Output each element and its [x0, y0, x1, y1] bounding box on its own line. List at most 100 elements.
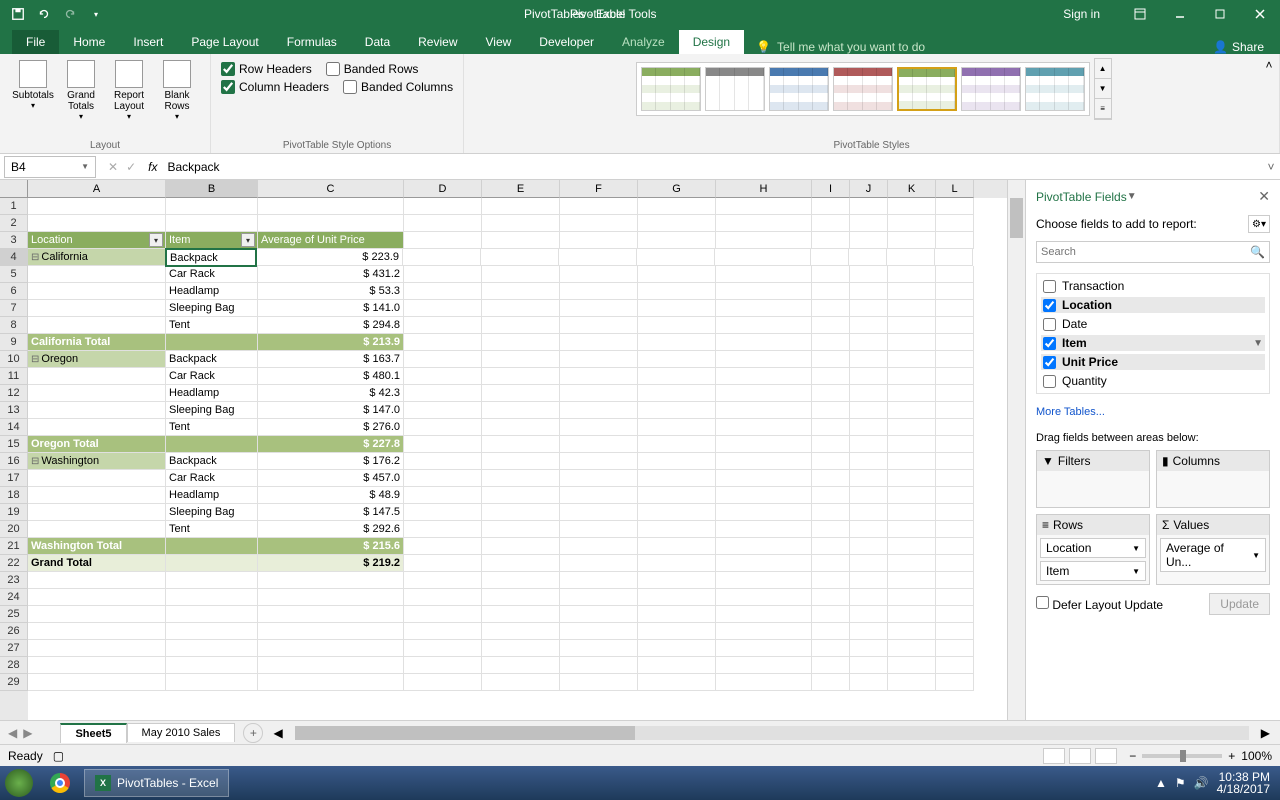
cell[interactable]	[638, 317, 716, 334]
cancel-formula-icon[interactable]: ✕	[108, 160, 118, 174]
cell[interactable]	[560, 657, 638, 674]
next-sheet-icon[interactable]: ▶	[23, 726, 32, 740]
cell[interactable]	[812, 368, 850, 385]
cell[interactable]	[560, 538, 638, 555]
cell[interactable]	[812, 198, 850, 215]
cell[interactable]	[850, 555, 888, 572]
gallery-up-icon[interactable]: ▲	[1095, 59, 1111, 79]
cell[interactable]	[812, 640, 850, 657]
row-header[interactable]: 4	[0, 249, 28, 266]
col-header-E[interactable]: E	[482, 180, 560, 198]
cell[interactable]	[166, 606, 258, 623]
cell[interactable]: Backpack	[166, 351, 258, 368]
cell[interactable]	[28, 504, 166, 521]
cell[interactable]	[482, 351, 560, 368]
cell[interactable]	[716, 368, 812, 385]
cell[interactable]	[716, 589, 812, 606]
cell[interactable]	[850, 521, 888, 538]
cell[interactable]: ⊟Washington	[28, 453, 166, 470]
cell[interactable]	[166, 436, 258, 453]
col-header-I[interactable]: I	[812, 180, 850, 198]
vertical-scrollbar[interactable]	[1007, 180, 1025, 720]
cell[interactable]	[850, 198, 888, 215]
cell[interactable]	[258, 623, 404, 640]
cell[interactable]	[482, 487, 560, 504]
cell[interactable]	[716, 555, 812, 572]
cell[interactable]	[936, 351, 974, 368]
select-all-corner[interactable]	[0, 180, 28, 198]
cell[interactable]	[850, 317, 888, 334]
row-header[interactable]: 29	[0, 674, 28, 691]
cell[interactable]	[560, 572, 638, 589]
col-header-C[interactable]: C	[258, 180, 404, 198]
cell[interactable]	[258, 215, 404, 232]
cell[interactable]	[404, 300, 482, 317]
cell[interactable]	[812, 402, 850, 419]
tab-formulas[interactable]: Formulas	[273, 30, 351, 54]
cell[interactable]	[936, 555, 974, 572]
prev-sheet-icon[interactable]: ◀	[8, 726, 17, 740]
cell[interactable]	[560, 453, 638, 470]
fx-icon[interactable]: fx	[144, 160, 161, 174]
cell[interactable]	[936, 385, 974, 402]
cell[interactable]	[716, 419, 812, 436]
cell[interactable]	[638, 623, 716, 640]
cell[interactable]	[482, 504, 560, 521]
cell[interactable]	[258, 674, 404, 691]
cell[interactable]	[812, 657, 850, 674]
cell[interactable]	[812, 419, 850, 436]
row-header[interactable]: 24	[0, 589, 28, 606]
cell[interactable]	[638, 385, 716, 402]
row-header[interactable]: 15	[0, 436, 28, 453]
cell[interactable]	[560, 232, 638, 249]
collapse-icon[interactable]: ⊟	[31, 354, 39, 365]
cell[interactable]: $ 227.8	[258, 436, 404, 453]
chevron-down-icon[interactable]: ▼	[81, 162, 89, 171]
cell[interactable]	[482, 538, 560, 555]
cell[interactable]	[936, 640, 974, 657]
search-input[interactable]	[1041, 246, 1250, 258]
page-layout-view-icon[interactable]	[1069, 748, 1091, 764]
cell[interactable]	[166, 674, 258, 691]
cell[interactable]	[812, 674, 850, 691]
undo-icon[interactable]	[34, 4, 54, 24]
cell[interactable]	[888, 283, 936, 300]
cell[interactable]	[716, 232, 812, 249]
styles-gallery[interactable]	[636, 62, 1090, 116]
cell[interactable]	[638, 351, 716, 368]
maximize-icon[interactable]	[1200, 0, 1240, 28]
filters-area[interactable]: ▼Filters	[1036, 450, 1150, 508]
area-field-item[interactable]: Location▼	[1040, 538, 1146, 558]
cell[interactable]	[560, 504, 638, 521]
cell[interactable]	[888, 436, 936, 453]
row-header[interactable]: 3	[0, 232, 28, 249]
cell[interactable]: $ 48.9	[258, 487, 404, 504]
row-header[interactable]: 6	[0, 283, 28, 300]
cell[interactable]	[716, 606, 812, 623]
tab-file[interactable]: File	[12, 30, 59, 54]
cell[interactable]	[166, 589, 258, 606]
cell[interactable]	[28, 317, 166, 334]
cell[interactable]	[936, 266, 974, 283]
cell[interactable]	[936, 521, 974, 538]
cell[interactable]	[888, 266, 936, 283]
tab-insert[interactable]: Insert	[119, 30, 177, 54]
cell[interactable]	[888, 300, 936, 317]
cell[interactable]	[849, 249, 887, 266]
field-item[interactable]: Date	[1041, 316, 1265, 332]
cell[interactable]	[28, 572, 166, 589]
cell[interactable]	[482, 300, 560, 317]
cell[interactable]	[482, 317, 560, 334]
cell[interactable]	[560, 606, 638, 623]
row-header[interactable]: 28	[0, 657, 28, 674]
name-box[interactable]: B4▼	[4, 156, 96, 178]
cell[interactable]	[812, 521, 850, 538]
cell[interactable]	[638, 283, 716, 300]
row-header[interactable]: 13	[0, 402, 28, 419]
cell[interactable]	[888, 589, 936, 606]
cell[interactable]	[716, 402, 812, 419]
cell[interactable]	[812, 436, 850, 453]
taskbar-chrome[interactable]	[40, 769, 80, 797]
cell[interactable]	[638, 657, 716, 674]
cell[interactable]	[716, 198, 812, 215]
